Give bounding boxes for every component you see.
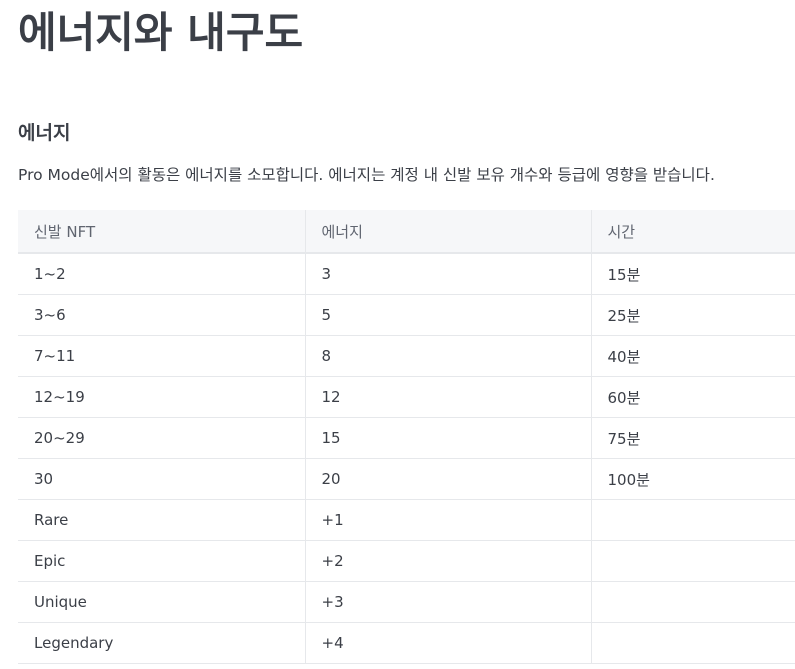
section-description: Pro Mode에서의 활동은 에너지를 소모합니다. 에너지는 계정 내 신발… [18, 166, 715, 184]
cell-energy: 12 [305, 376, 592, 418]
header-energy: 에너지 [305, 210, 592, 254]
cell-shoe-nft: Rare [18, 499, 306, 541]
cell-time: 100분 [591, 458, 795, 500]
table-row: Legendary +4 [18, 622, 795, 664]
table-row: 30 20 100분 [18, 458, 795, 500]
cell-time [591, 622, 795, 664]
cell-energy: 15 [305, 417, 592, 459]
cell-shoe-nft: 7~11 [18, 335, 306, 377]
table-header-row: 신발 NFT 에너지 시간 [18, 210, 795, 254]
table-row: 12~19 12 60분 [18, 376, 795, 418]
energy-table: 신발 NFT 에너지 시간 1~2 3 15분 3~6 5 25분 7~11 8… [18, 210, 795, 664]
cell-shoe-nft: 1~2 [18, 253, 306, 295]
table-row: Rare +1 [18, 499, 795, 541]
page-title: 에너지와 내구도 [18, 8, 304, 57]
energy-table-container: 신발 NFT 에너지 시간 1~2 3 15분 3~6 5 25분 7~11 8… [18, 210, 795, 664]
table-row: 20~29 15 75분 [18, 417, 795, 459]
cell-energy: +1 [305, 499, 592, 541]
cell-energy: +4 [305, 622, 592, 664]
cell-shoe-nft: Unique [18, 581, 306, 623]
table-row: Epic +2 [18, 540, 795, 582]
cell-shoe-nft: 12~19 [18, 376, 306, 418]
table-row: 1~2 3 15분 [18, 253, 795, 295]
cell-time: 40분 [591, 335, 795, 377]
section-heading-energy: 에너지 [18, 122, 71, 144]
cell-time [591, 581, 795, 623]
cell-shoe-nft: 3~6 [18, 294, 306, 336]
table-row: 3~6 5 25분 [18, 294, 795, 336]
cell-time: 75분 [591, 417, 795, 459]
cell-energy: 8 [305, 335, 592, 377]
cell-shoe-nft: 20~29 [18, 417, 306, 459]
cell-energy: +3 [305, 581, 592, 623]
cell-time [591, 499, 795, 541]
cell-energy: 20 [305, 458, 592, 500]
header-shoe-nft: 신발 NFT [18, 210, 306, 254]
cell-shoe-nft: Legendary [18, 622, 306, 664]
cell-shoe-nft: 30 [18, 458, 306, 500]
cell-time: 60분 [591, 376, 795, 418]
cell-energy: 3 [305, 253, 592, 295]
cell-energy: +2 [305, 540, 592, 582]
table-row: 7~11 8 40분 [18, 335, 795, 377]
cell-time: 15분 [591, 253, 795, 295]
cell-time: 25분 [591, 294, 795, 336]
cell-shoe-nft: Epic [18, 540, 306, 582]
header-time: 시간 [591, 210, 795, 254]
cell-time [591, 540, 795, 582]
table-row: Unique +3 [18, 581, 795, 623]
cell-energy: 5 [305, 294, 592, 336]
